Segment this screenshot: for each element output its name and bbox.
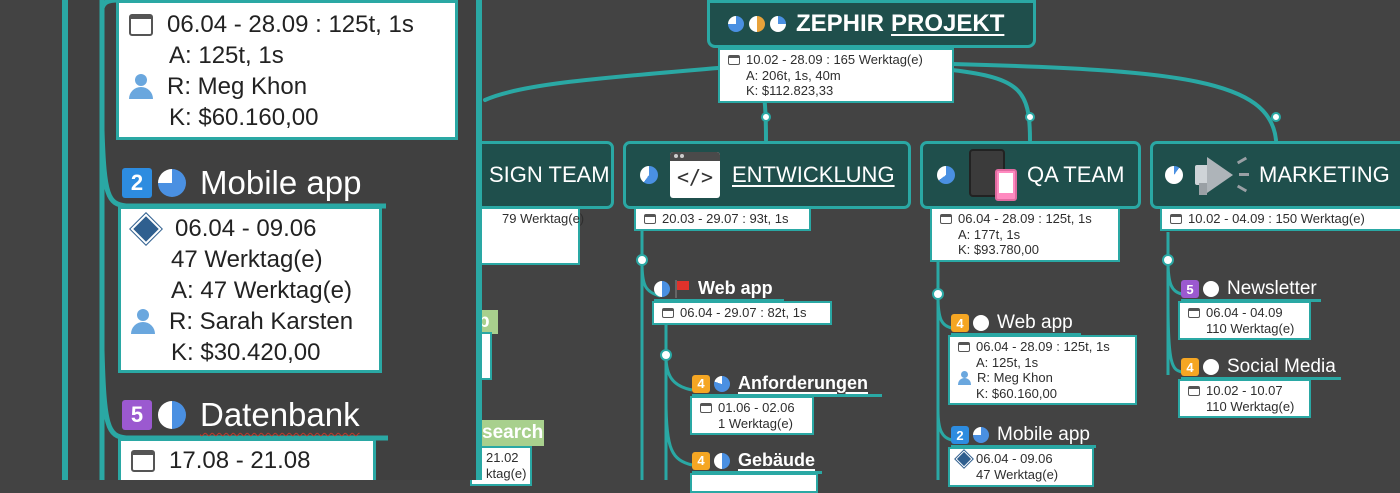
subtopic-web-app-entwicklung[interactable]: Web app	[654, 278, 773, 299]
zoom-datenbank-label: Datenbank	[200, 396, 360, 433]
anforderungen-label: Anforderungen	[738, 373, 868, 393]
progress-icon	[973, 427, 989, 443]
topic-marketing[interactable]: MARKETING	[1150, 141, 1400, 209]
qa-web-app-note: 06.04 - 28.09 : 125t, 1s A: 125t, 1s R: …	[948, 335, 1137, 405]
topic-entwicklung[interactable]: </> ENTWICKLUNG	[623, 141, 911, 209]
person-icon	[131, 308, 155, 335]
subtopic-newsletter[interactable]: 5 Newsletter	[1181, 278, 1317, 300]
social-media-label: Social Media	[1227, 356, 1336, 377]
priority-4-icon: 4	[951, 314, 969, 332]
marketing-title: MARKETING	[1259, 162, 1390, 187]
root-note: 10.02 - 28.09 : 165 Werktag(e) A: 206t, …	[718, 48, 954, 103]
qa-mobile-app-label: Mobile app	[997, 424, 1090, 445]
calendar-icon	[728, 54, 740, 65]
zoom-datenbank-note: 17.08 - 21.08	[118, 438, 376, 480]
newsletter-label: Newsletter	[1227, 278, 1317, 299]
person-icon	[958, 370, 971, 385]
zoom-mobile-app-note: 06.04 - 09.06 47 Werktag(e) A: 47 Werkta…	[118, 206, 382, 373]
code-window-icon: </>	[670, 152, 720, 198]
milestone-icon	[130, 212, 162, 245]
red-flag-icon	[674, 279, 690, 298]
qa-team-title: QA TEAM	[1027, 162, 1125, 187]
design-sub1-label: p	[480, 310, 498, 334]
tablet-phone-icon	[967, 147, 1019, 203]
progress-icon	[1203, 359, 1219, 375]
zoom-qa-web-app-note: 06.04 - 28.09 : 125t, 1s A: 125t, 1s R: …	[116, 0, 458, 140]
root-title-a: ZEPHIR	[796, 10, 885, 37]
design-sub2-label: search	[482, 420, 544, 446]
progress-icon	[158, 401, 186, 429]
web-app-note: 06.04 - 29.07 : 82t, 1s	[652, 301, 832, 325]
progress-icon	[640, 166, 658, 184]
subtopic-qa-web-app[interactable]: 4 Web app	[951, 312, 1073, 334]
priority-5-icon: 5	[122, 400, 152, 430]
newsletter-note: 06.04 - 04.09 110 Werktag(e)	[1178, 301, 1311, 340]
priority-5-icon: 5	[1181, 280, 1199, 298]
design-team-title: SIGN TEAM	[489, 162, 610, 187]
priority-2-icon: 2	[122, 168, 152, 198]
progress-icon	[1203, 281, 1219, 297]
progress-icon	[728, 16, 744, 32]
calendar-icon	[1188, 385, 1200, 396]
progress-icon	[1165, 166, 1183, 184]
entwicklung-title: ENTWICKLUNG	[732, 162, 895, 187]
priority-2-icon: 2	[951, 426, 969, 444]
zoom-subtopic-datenbank[interactable]: 5 Datenbank	[122, 396, 360, 434]
anforderungen-note: 01.06 - 02.06 1 Werktag(e)	[690, 396, 814, 435]
megaphone-icon	[1189, 151, 1251, 199]
calendar-icon	[1170, 213, 1182, 224]
resource-icon	[749, 16, 765, 32]
subtopic-gebaeude[interactable]: 4 Gebäude	[692, 450, 815, 471]
calendar-icon	[958, 341, 970, 352]
milestone-icon	[955, 450, 973, 468]
gebaeude-note	[690, 473, 818, 493]
qa-mobile-app-note: 06.04 - 09.06 47 Werktag(e)	[948, 447, 1094, 487]
subtopic-social-media[interactable]: 4 Social Media	[1181, 356, 1336, 378]
qa-web-app-label: Web app	[997, 312, 1073, 333]
calendar-icon	[700, 402, 712, 413]
progress-icon	[937, 166, 955, 184]
priority-4-icon: 4	[1181, 358, 1199, 376]
marketing-note: 10.02 - 04.09 : 150 Werktag(e)	[1160, 207, 1400, 231]
progress-icon	[654, 280, 670, 297]
calendar-icon	[662, 307, 674, 318]
calendar-icon	[1188, 307, 1200, 318]
entwicklung-note: 20.03 - 29.07 : 93t, 1s	[634, 207, 811, 231]
subtopic-anforderungen[interactable]: 4 Anforderungen	[692, 373, 868, 394]
progress-icon	[158, 169, 186, 197]
root-topic[interactable]: ZEPHIR PROJEKT	[707, 0, 1036, 48]
web-app-label: Web app	[698, 278, 773, 298]
calendar-icon	[129, 13, 153, 36]
gebaeude-label: Gebäude	[738, 450, 816, 470]
root-title-b: PROJEKT	[891, 10, 1005, 37]
priority-4-icon: 4	[692, 451, 710, 470]
progress-icon	[770, 16, 786, 32]
calendar-icon	[131, 449, 155, 472]
social-media-note: 10.02 - 10.07 110 Werktag(e)	[1178, 379, 1311, 418]
calendar-icon	[940, 213, 952, 224]
zoom-subtopic-mobile-app[interactable]: 2 Mobile app	[122, 164, 361, 202]
priority-4-icon: 4	[692, 374, 710, 393]
progress-icon	[973, 315, 989, 331]
calendar-icon	[644, 213, 656, 224]
zoom-panel: 06.04 - 28.09 : 125t, 1s A: 125t, 1s R: …	[62, 0, 482, 480]
qa-team-note: 06.04 - 28.09 : 125t, 1s A: 177t, 1s K: …	[930, 207, 1120, 262]
topic-qa-team[interactable]: QA TEAM	[920, 141, 1141, 209]
subtopic-qa-mobile-app[interactable]: 2 Mobile app	[951, 424, 1090, 446]
progress-icon	[714, 452, 730, 469]
progress-icon	[714, 375, 730, 392]
person-icon	[129, 73, 153, 100]
zoom-mobile-app-label: Mobile app	[200, 164, 362, 201]
